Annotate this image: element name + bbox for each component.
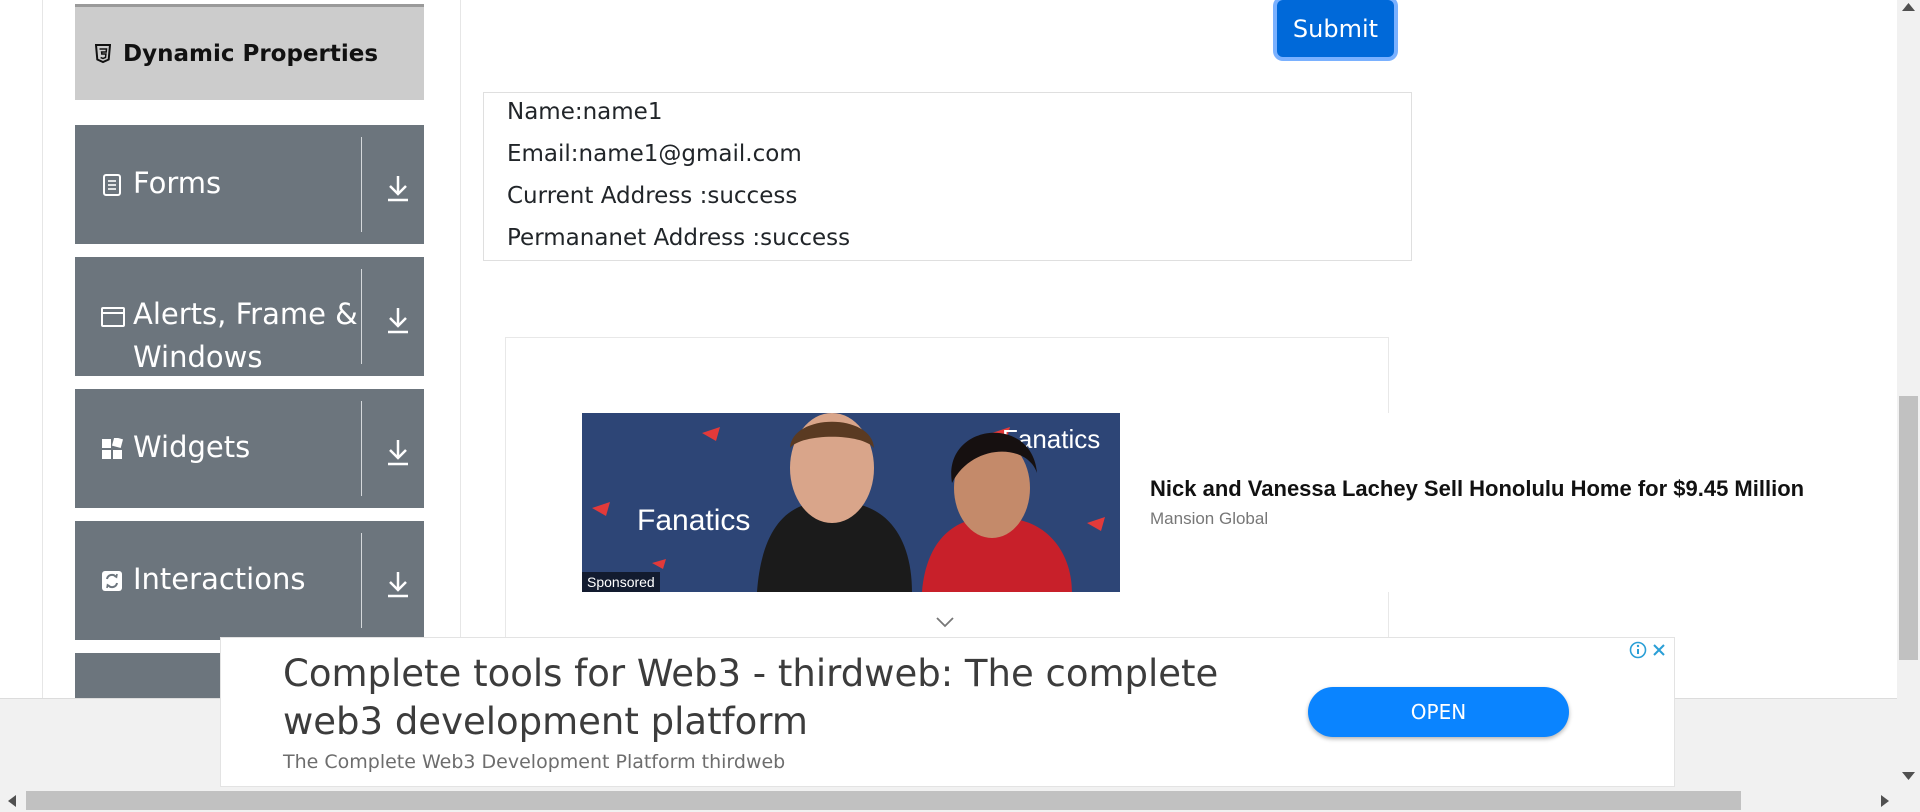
sidebar-divider-line — [460, 0, 461, 698]
output-email: Email:name1@gmail.com — [507, 141, 802, 167]
group-divider — [361, 533, 362, 628]
ad-headline[interactable]: Nick and Vanessa Lachey Sell Honolulu Ho… — [1150, 476, 1804, 502]
vertical-scrollbar-thumb[interactable] — [1899, 396, 1918, 660]
submit-button[interactable]: Submit — [1277, 0, 1394, 57]
ad-photo-illustration: Fanatics Fanatics — [582, 413, 1120, 592]
form-icon — [103, 174, 121, 196]
interactions-icon — [102, 571, 122, 591]
ad-info-icon[interactable] — [1628, 640, 1648, 660]
output-current-address: Current Address :success — [507, 183, 798, 209]
sidebar-item-label: Dynamic Properties — [123, 40, 379, 67]
vertical-scrollbar[interactable] — [1897, 0, 1920, 789]
ad-photo-text-1: Fanatics — [637, 504, 750, 537]
group-divider — [361, 269, 362, 364]
banner-ad-subtitle: The Complete Web3 Development Platform t… — [283, 751, 786, 773]
sidebar-group-label: Forms — [133, 166, 222, 200]
html5-icon — [95, 43, 111, 63]
sidebar-group-alerts-frame-windows[interactable]: Alerts, Frame & Windows — [75, 257, 424, 376]
scroll-down-arrow-icon[interactable] — [1902, 772, 1915, 780]
output-name: Name:name1 — [507, 99, 663, 125]
sidebar-group-label: Widgets — [133, 430, 251, 464]
scroll-right-arrow-icon[interactable] — [1881, 795, 1889, 807]
download-arrow-icon[interactable] — [385, 173, 411, 203]
chevron-down-icon[interactable] — [935, 616, 955, 628]
left-rail-line — [42, 0, 43, 698]
sponsored-badge: Sponsored — [582, 572, 660, 592]
sidebar-item-dynamic-properties[interactable]: Dynamic Properties — [75, 4, 424, 100]
bottom-banner-ad[interactable]: Complete tools for Web3 - thirdweb: The … — [220, 637, 1675, 787]
sidebar-group-forms[interactable]: Forms — [75, 125, 424, 244]
sidebar-group-label: Interactions — [133, 562, 306, 596]
widgets-icon — [102, 438, 123, 459]
horizontal-scrollbar-thumb[interactable] — [26, 791, 1741, 810]
scroll-left-arrow-icon[interactable] — [8, 795, 16, 807]
output-panel: Name:name1 Email:name1@gmail.com Current… — [483, 92, 1412, 261]
output-permanent-address: Permananet Address :success — [507, 225, 851, 251]
ad-close-icon[interactable] — [1649, 640, 1669, 660]
sidebar-group-label: Alerts, Frame & Windows — [133, 297, 358, 374]
scroll-up-arrow-icon[interactable] — [1902, 3, 1915, 11]
download-arrow-icon[interactable] — [385, 437, 411, 467]
sidebar-group-widgets[interactable]: Widgets — [75, 389, 424, 508]
download-arrow-icon[interactable] — [385, 569, 411, 599]
ad-source: Mansion Global — [1150, 509, 1269, 528]
ad-text-panel[interactable] — [1120, 413, 1918, 592]
banner-ad-title[interactable]: Complete tools for Web3 - thirdweb: The … — [283, 650, 1263, 746]
group-divider — [361, 401, 362, 496]
sidebar-group-interactions[interactable]: Interactions — [75, 521, 424, 640]
ad-image[interactable]: Fanatics Fanatics Sponsored — [582, 413, 1120, 592]
window-icon — [101, 307, 125, 327]
group-divider — [361, 137, 362, 232]
open-button[interactable]: OPEN — [1308, 687, 1569, 737]
download-arrow-icon[interactable] — [385, 305, 411, 335]
